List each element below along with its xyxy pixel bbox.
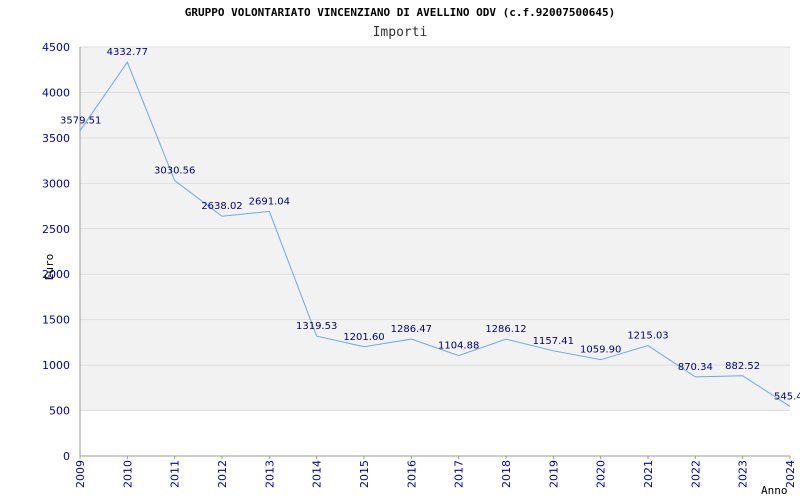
data-label: 2691.04	[249, 196, 290, 207]
data-label: 4332.77	[107, 47, 148, 58]
y-tick-label: 2500	[42, 223, 70, 236]
x-tick-label: 2011	[169, 460, 182, 488]
data-label: 1319.53	[296, 321, 337, 332]
x-tick-label: 2018	[500, 460, 513, 488]
data-label: 3579.51	[60, 116, 101, 127]
y-axis-ticks: 050010001500200025003000350040004500	[42, 41, 70, 463]
x-tick-label: 2016	[405, 460, 418, 488]
x-tick-label: 2020	[595, 460, 608, 488]
y-tick-label: 1000	[42, 359, 70, 372]
data-label: 1104.88	[438, 341, 479, 352]
grid-band	[80, 319, 790, 366]
y-axis-label: Euro	[43, 254, 56, 281]
x-tick-label: 2017	[453, 460, 466, 488]
x-tick-label: 2010	[121, 460, 134, 488]
y-tick-label: 4000	[42, 86, 70, 99]
x-tick-label: 2015	[358, 460, 371, 488]
data-label: 3030.56	[154, 166, 195, 177]
x-tick-label: 2019	[547, 460, 560, 488]
data-label: 882.52	[725, 361, 760, 372]
data-label: 870.34	[678, 362, 713, 373]
grid-band	[80, 183, 790, 229]
x-axis-label: Anno	[761, 484, 788, 497]
x-axis-ticks: 2009 2010 2011 2012 2013 2014 2015 2016 2017 2018…	[74, 456, 797, 488]
grid-band	[80, 274, 790, 320]
y-tick-label: 0	[63, 450, 70, 463]
data-label: 1215.03	[627, 331, 668, 342]
x-tick-label: 2023	[737, 460, 750, 488]
y-tick-label: 3000	[42, 177, 70, 190]
data-label: 1286.12	[485, 324, 526, 335]
grid-band	[80, 228, 790, 275]
grid-band	[80, 92, 790, 138]
data-label: 1286.47	[391, 324, 432, 335]
data-label: 1201.60	[343, 332, 384, 343]
x-tick-label: 2014	[311, 460, 324, 488]
x-tick-label: 2009	[74, 460, 87, 488]
x-tick-label: 2013	[263, 460, 276, 488]
x-tick-label: 2022	[689, 460, 702, 488]
data-label: 1157.41	[533, 336, 574, 347]
data-label: 1059.90	[580, 345, 621, 356]
y-tick-label: 4500	[42, 41, 70, 54]
grid-band	[80, 47, 790, 93]
y-tick-label: 3500	[42, 132, 70, 145]
x-tick-label: 2012	[216, 460, 229, 488]
data-label: 2638.02	[201, 201, 242, 212]
x-tick-label: 2021	[642, 460, 655, 488]
line-chart: 050010001500200025003000350040004500 200…	[42, 41, 800, 497]
data-label: 545.4	[774, 391, 800, 402]
y-tick-label: 1500	[42, 314, 70, 327]
y-tick-label: 500	[49, 405, 70, 418]
